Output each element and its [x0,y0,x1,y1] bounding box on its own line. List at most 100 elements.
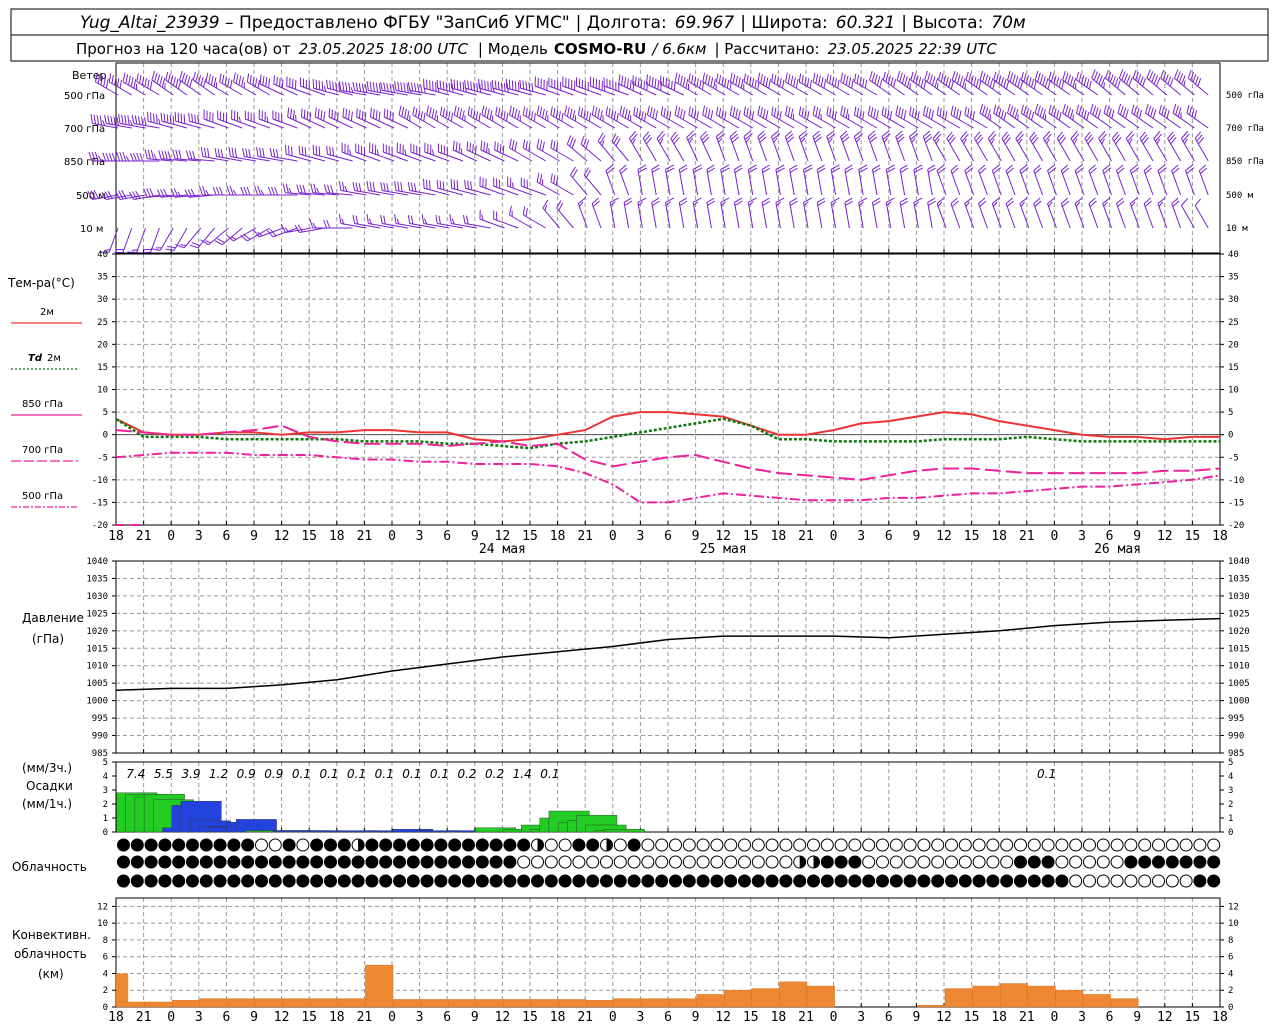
cloud-symbol [903,874,917,888]
y-tick-label-left: 1015 [86,644,108,654]
x-tick-label-bottom: 3 [195,1010,203,1024]
wind-barb-flag [389,111,392,120]
wind-barb-shaft [1029,138,1044,162]
cloud-symbol [337,838,351,852]
x-tick-label: 12 [274,529,290,544]
wind-barb-flag [525,81,528,90]
wind-barb-flag [633,106,636,116]
wind-barb-flag [577,106,581,116]
x-tick-label: 3 [416,529,424,544]
cloud-circle [296,874,310,888]
cloud-circle [489,838,503,852]
cloud-symbol [724,855,738,869]
cloud-symbol [627,855,641,869]
cloud-circle [958,838,972,852]
wind-barb-flag [198,185,203,196]
wind-barb-flag [312,144,315,155]
wind-barb-flag [450,78,453,89]
wind-barb [936,197,947,229]
wind-barb [844,197,854,229]
wind-barb-shaft [605,170,616,196]
y-tick-label-left: 2 [103,986,108,996]
wind-barb-flag [525,141,528,150]
wind-barb [1157,197,1168,229]
wind-barb-flag [1103,104,1107,114]
wind-barb-flag [964,106,967,116]
cloud-circle [158,855,172,869]
wind-label: Ветер [72,69,106,82]
cloud-circle [1110,838,1124,852]
wind-barb-flag [869,70,873,81]
wind-barb-flag [410,82,414,92]
wind-barb-flag [484,107,487,117]
wind-barb-flag [1123,73,1129,83]
wind-barb-flag [909,106,912,116]
cloud-circle [199,855,213,869]
conv-bar [199,998,228,1008]
wind-barb-flag [1028,110,1032,119]
cloud-circle [1083,838,1096,852]
wind-barb-flag [400,182,403,192]
wind-barb-flag [542,199,549,209]
wind-barb-flag [1133,106,1137,116]
day-label: 25 мая [700,542,747,557]
calc-date: 23.05.2025 22:39 UTC [828,40,998,58]
wind-barb-flag [525,108,528,117]
cloud-symbol [820,855,834,869]
wind-barb [1129,197,1140,229]
wind-barb-flag [967,108,970,117]
wind-barb-flag [426,179,428,190]
wind-barb-flag [1169,78,1174,87]
wind-barb-flag [848,77,852,87]
wind-barb-flag [159,76,163,86]
cloud-symbol [972,855,986,869]
cloud-circle [199,874,213,888]
temp-label: Тем-ра(°C) [7,276,75,290]
cloud-symbol [1110,855,1124,869]
wind-barb-shaft [1103,112,1126,129]
wind-barb-shaft [733,202,740,229]
wind-barb-shaft [1021,79,1043,96]
cloud-symbol [586,855,600,869]
cloud-symbol [241,855,255,869]
wind-barb-flag [397,181,400,192]
conv-bar [1110,998,1139,1008]
wind-barb [1047,164,1057,196]
wind-barb-flag [715,73,719,83]
wind-barb-flag [406,110,410,120]
wind-barb-flag [691,108,694,117]
cloud-circle [158,874,172,888]
x-tick-label: 21 [357,529,373,544]
wind-barb-shaft [271,155,298,162]
wind-barb [761,164,771,196]
x-tick-label-bottom: 15 [522,1010,538,1024]
cloud-symbol [682,874,696,888]
x-tick-label-bottom: 18 [771,1010,787,1024]
wind-barb-flag [732,74,736,84]
wind-barb-flag [151,70,156,81]
wind-barb-flag [229,185,234,196]
y-tick-label-right: -15 [1228,498,1244,508]
cloud-circle [1027,874,1041,888]
wind-barb-shaft [409,189,436,196]
wind-barb-flag [677,74,681,84]
wind-barb-flag [815,74,819,84]
wind-barb-flag [1175,105,1179,116]
wind-barb-flag [790,108,794,119]
wind-barb-flag [1094,107,1099,117]
wind-barb-flag [815,107,819,117]
x-tick-label-bottom: 12 [715,1010,731,1024]
conv-label-1: Конвективн. [12,928,91,942]
wind-barb-flag [979,70,984,81]
wind-barb-flag [394,214,397,224]
wind-barb-shaft [597,140,616,162]
wind-barb-flag [881,106,884,116]
wind-barb-flag [871,72,876,83]
cloud-circle [572,855,586,869]
wind-barb-shaft [257,155,284,162]
cloud-symbol [834,838,848,852]
wind-barb-flag [358,109,361,119]
cloud-symbol [227,855,241,869]
wind-barb-flag [448,82,451,92]
wind-barb-flag [285,183,289,194]
